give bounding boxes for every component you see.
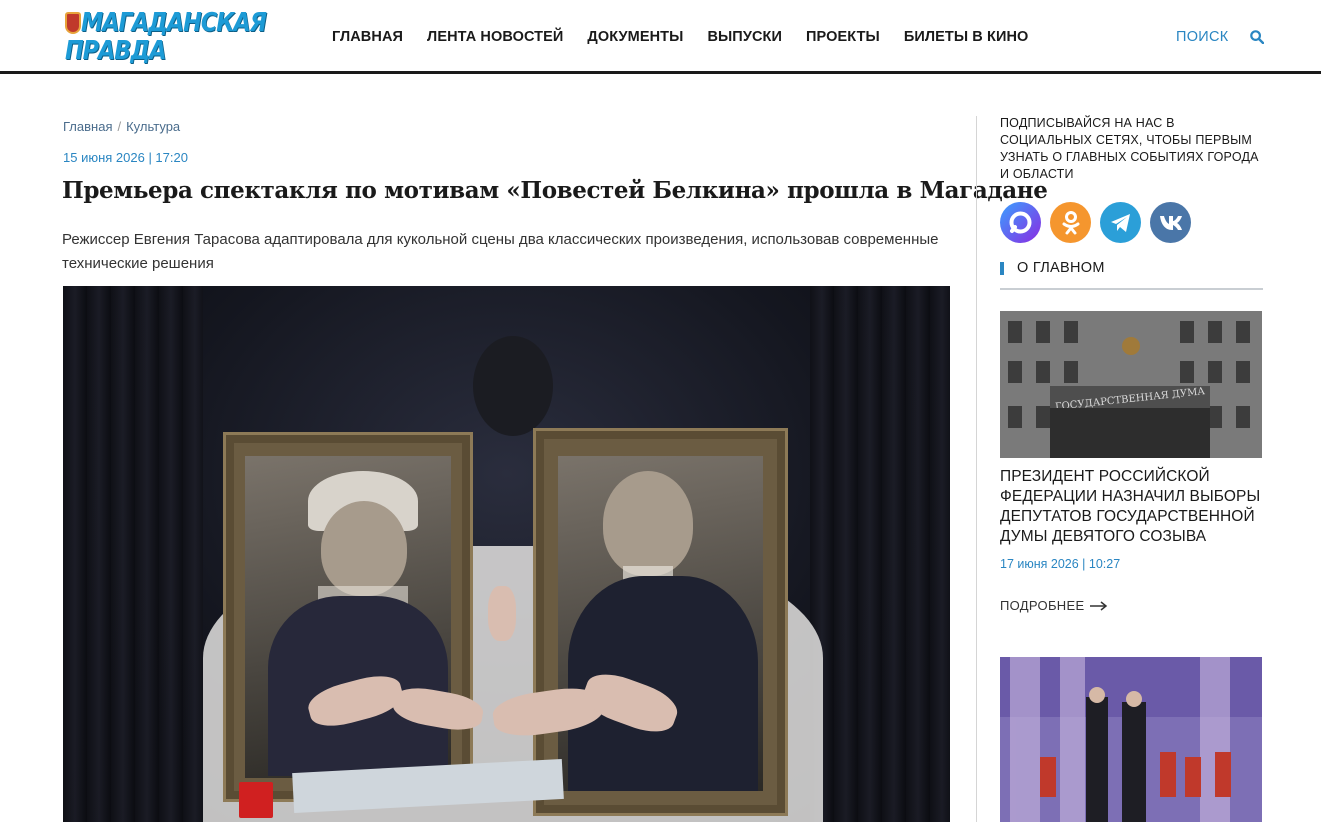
max-icon <box>1000 202 1041 243</box>
breadcrumb-separator: / <box>117 119 122 134</box>
red-cup <box>239 782 273 818</box>
curtain-right <box>810 286 950 822</box>
section-title: О ГЛАВНОМ <box>1017 260 1105 276</box>
nav-item-news-feed[interactable]: ЛЕНТА НОВОСТЕЙ <box>427 29 563 45</box>
news-date-duma: 17 июня 2026 | 10:27 <box>1000 557 1121 571</box>
article-photo <box>63 286 950 822</box>
nav-item-home[interactable]: ГЛАВНАЯ <box>332 29 403 45</box>
logo-line1: МАГАДАНСКАЯ <box>81 8 267 38</box>
main-nav: ГЛАВНАЯ ЛЕНТА НОВОСТЕЙ ДОКУМЕНТЫ ВЫПУСКИ… <box>332 29 1052 45</box>
hand-5 <box>488 586 516 641</box>
breadcrumb-culture[interactable]: Культура <box>126 119 180 134</box>
odnoklassniki-icon <box>1062 210 1079 234</box>
nav-item-documents[interactable]: ДОКУМЕНТЫ <box>587 29 683 45</box>
max-link[interactable] <box>1000 202 1041 243</box>
section-marker <box>1000 262 1004 275</box>
arrow-right-icon <box>1090 600 1108 611</box>
read-more-link[interactable]: ПОДРОБНЕЕ <box>1000 598 1108 613</box>
man-face <box>603 471 693 576</box>
coat-of-arms-icon <box>65 12 81 34</box>
article-date: 15 июня 2026 | 17:20 <box>63 150 188 165</box>
curtain-left <box>63 286 203 822</box>
search-link[interactable]: ПОИСК <box>1176 29 1229 45</box>
news-title-duma[interactable]: ПРЕЗИДЕНТ РОССИЙСКОЙ ФЕДЕРАЦИИ НАЗНАЧИЛ … <box>1000 467 1265 547</box>
breadcrumb-home[interactable]: Главная <box>63 119 112 134</box>
read-more-label: ПОДРОБНЕЕ <box>1000 598 1085 613</box>
odnoklassniki-link[interactable] <box>1050 202 1091 243</box>
news-image-concert[interactable] <box>1000 657 1262 822</box>
social-links <box>1000 202 1191 243</box>
telegram-icon <box>1110 213 1130 232</box>
breadcrumb: Главная / Культура <box>63 119 180 134</box>
vk-icon <box>1159 215 1182 230</box>
woman-face <box>321 501 407 596</box>
puppeteer-head <box>473 336 553 436</box>
subscribe-text: ПОДПИСЫВАЙСЯ НА НАС В СОЦИАЛЬНЫХ СЕТЯХ, … <box>1000 116 1259 181</box>
telegram-link[interactable] <box>1100 202 1141 243</box>
article-lead: Режиссер Евгения Тарасова адаптировала д… <box>62 231 939 272</box>
nav-item-cinema-tickets[interactable]: БИЛЕТЫ В КИНО <box>904 29 1029 45</box>
nav-item-issues[interactable]: ВЫПУСКИ <box>707 29 782 45</box>
news-image-duma[interactable]: ГОСУДАРСТВЕННАЯ ДУМА <box>1000 311 1262 458</box>
search-icon[interactable] <box>1250 30 1264 44</box>
vk-link[interactable] <box>1150 202 1191 243</box>
article-title: Премьера спектакля по мотивам «Повестей … <box>62 177 1048 204</box>
section-header-main: О ГЛАВНОМ <box>1000 258 1263 290</box>
nav-item-projects[interactable]: ПРОЕКТЫ <box>806 29 880 45</box>
site-header: МАГАДАНСКАЯ ПРАВДА ГЛАВНАЯ ЛЕНТА НОВОСТЕ… <box>0 0 1321 74</box>
site-logo[interactable]: МАГАДАНСКАЯ ПРАВДА <box>65 10 267 66</box>
concert-stage-image <box>1000 657 1262 822</box>
duma-building-image: ГОСУДАРСТВЕННАЯ ДУМА <box>1000 311 1262 458</box>
sidebar-divider <box>976 116 977 822</box>
logo-line2: ПРАВДА <box>65 36 167 66</box>
